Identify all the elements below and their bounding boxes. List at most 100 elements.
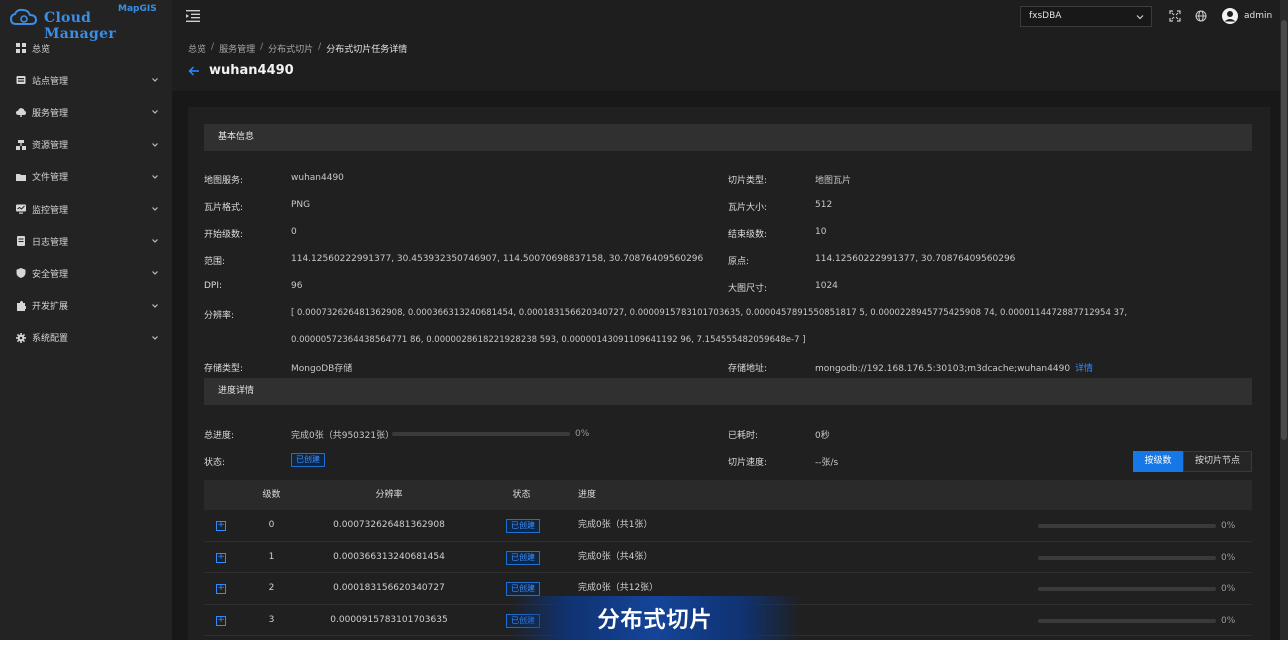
sidebar-item-9[interactable]: 系统配置 <box>0 322 172 354</box>
start-level-value: 0 <box>291 227 297 237</box>
sidebar-item-7[interactable]: 安全管理 <box>0 257 172 289</box>
chevron-down-icon <box>152 78 158 83</box>
row-progress-bar <box>1038 524 1216 528</box>
row-status-badge: 已创建 <box>506 519 540 533</box>
breadcrumb-item[interactable]: 总览 <box>188 42 206 55</box>
by-level-button[interactable]: 按级数 <box>1133 451 1183 472</box>
page-title: wuhan4490 <box>209 63 294 78</box>
extent-label: 范围: <box>204 257 226 267</box>
resource-icon <box>16 139 26 150</box>
username: admin <box>1244 11 1273 21</box>
dpi-value: 96 <box>291 281 303 291</box>
sidebar-menu: 总览站点管理服务管理资源管理文件管理监控管理日志管理安全管理开发扩展系统配置 <box>0 32 172 354</box>
row-progress-bar <box>1038 587 1216 591</box>
big-tile-value: 1024 <box>815 281 838 291</box>
sidebar-item-5[interactable]: 监控管理 <box>0 193 172 225</box>
expand-row-button[interactable]: + <box>216 552 226 563</box>
by-node-button[interactable]: 按切片节点 <box>1183 451 1252 472</box>
sidebar-item-label: 服务管理 <box>32 108 69 119</box>
storage-type-label: 存储类型: <box>204 364 244 374</box>
sidebar-item-label: 日志管理 <box>32 237 69 248</box>
total-progress-label: 总进度: <box>204 431 235 441</box>
row-resolution: 0.000183156620340727 <box>333 583 445 593</box>
tile-format-value: PNG <box>291 200 311 210</box>
puzzle-icon <box>17 300 26 311</box>
resolution-value-line1: [ 0.000732626481362908, 0.00036631324068… <box>291 308 1128 318</box>
top-header: fxsDBA admin <box>172 0 1288 33</box>
row-progress-percent: 0% <box>1221 521 1236 531</box>
db-select[interactable]: fxsDBA <box>1020 6 1152 27</box>
row-resolution: 0.0000915783101703635 <box>330 614 448 625</box>
folder-icon <box>16 173 26 181</box>
sidebar-item-label: 开发扩展 <box>32 302 69 313</box>
cloud-logo-icon <box>10 8 38 25</box>
sidebar-item-label: 站点管理 <box>32 76 69 87</box>
resolution-value-line2: 0.00000572364438564771 86, 0.00000286182… <box>291 335 806 345</box>
db-select-value: fxsDBA <box>1029 11 1062 21</box>
chevron-down-icon <box>152 174 158 179</box>
title-banner: 分布式切片 <box>510 596 800 640</box>
avatar-icon <box>1222 8 1238 24</box>
sidebar-item-label: 文件管理 <box>32 173 69 184</box>
total-progress-percent: 0% <box>575 429 590 439</box>
fullscreen-icon[interactable] <box>1169 10 1181 22</box>
chevron-down-icon <box>152 271 158 276</box>
row-progress-percent: 0% <box>1221 584 1236 594</box>
menu-collapse-icon[interactable] <box>186 10 200 22</box>
sidebar-item-0[interactable]: 总览 <box>0 32 172 64</box>
origin-value: 114.12560222991377, 30.70876409560296 <box>815 254 1016 264</box>
status-badge: 已创建 <box>291 453 325 467</box>
sidebar-item-label: 资源管理 <box>32 141 69 152</box>
sidebar-item-label: 监控管理 <box>32 205 69 216</box>
breadcrumb-item[interactable]: 服务管理 <box>219 42 255 55</box>
sidebar-item-8[interactable]: 开发扩展 <box>0 290 172 322</box>
sidebar-item-label: 总览 <box>32 44 51 55</box>
row-level: 1 <box>268 551 275 562</box>
chevron-down-icon <box>152 303 158 308</box>
main-content: 基本信息 地图服务: wuhan4490 切片类型: 地图瓦片 瓦片格式: PN… <box>172 91 1288 640</box>
status-label: 状态: <box>204 458 226 468</box>
expand-row-button[interactable]: + <box>216 584 226 594</box>
start-level-label: 开始级数: <box>204 230 244 240</box>
scrollbar-thumb[interactable] <box>1281 20 1287 440</box>
chevron-down-icon <box>1136 15 1144 20</box>
sidebar-item-label: 系统配置 <box>32 334 69 345</box>
sidebar-item-label: 安全管理 <box>32 269 69 280</box>
storage-detail-link[interactable]: 详情 <box>1075 364 1093 374</box>
shield-icon <box>16 268 26 279</box>
sidebar-item-3[interactable]: 资源管理 <box>0 129 172 161</box>
map-service-value: wuhan4490 <box>291 173 344 183</box>
site-icon <box>16 76 26 85</box>
breadcrumb: 总览 / 服务管理 / 分布式切片 / 分布式切片任务详情 <box>188 42 408 55</box>
sidebar: MapGIS Cloud Manager 总览 站点管理 服务管理 资源管理 文件管理监… <box>0 0 172 640</box>
sidebar-item-4[interactable]: 文件管理 <box>0 161 172 193</box>
sidebar-item-2[interactable]: 服务管理 <box>0 96 172 128</box>
monitor-icon <box>16 204 26 214</box>
tile-type-label: 切片类型: <box>728 176 768 186</box>
detail-card: 基本信息 地图服务: wuhan4490 切片类型: 地图瓦片 瓦片格式: PN… <box>188 107 1270 640</box>
chevron-down-icon <box>152 239 158 243</box>
column-header-progress: 进度 <box>577 490 596 500</box>
back-arrow-icon[interactable] <box>188 65 200 77</box>
sidebar-item-1[interactable]: 站点管理 <box>0 64 172 96</box>
grid-icon <box>16 43 26 54</box>
resolution-label: 分辨率: <box>204 311 235 321</box>
speed-value: --张/s <box>815 458 839 468</box>
breadcrumb-item[interactable]: 分布式切片 <box>268 42 313 55</box>
column-header-resolution: 分辨率 <box>375 490 403 500</box>
page-header: 总览 / 服务管理 / 分布式切片 / 分布式切片任务详情 wuhan4490 <box>172 33 1288 91</box>
scrollbar[interactable] <box>1280 0 1288 640</box>
tile-type-value: 地图瓦片 <box>815 176 852 186</box>
row-progress-text: 完成0张（共4张） <box>578 551 653 562</box>
expand-row-button[interactable]: + <box>216 521 226 531</box>
user-menu[interactable]: admin <box>1222 8 1272 24</box>
chevron-down-icon <box>152 142 158 147</box>
row-status-badge: 已创建 <box>506 550 540 565</box>
sidebar-item-6[interactable]: 日志管理 <box>0 225 172 257</box>
total-progress-text: 完成0张（共950321张） <box>291 431 395 441</box>
extent-value: 114.12560222991377, 30.453932350746907, … <box>291 254 704 264</box>
expand-row-button[interactable]: + <box>216 615 226 626</box>
globe-icon[interactable] <box>1195 10 1207 22</box>
column-header-level: 级数 <box>262 490 281 500</box>
map-service-label: 地图服务: <box>204 176 244 186</box>
